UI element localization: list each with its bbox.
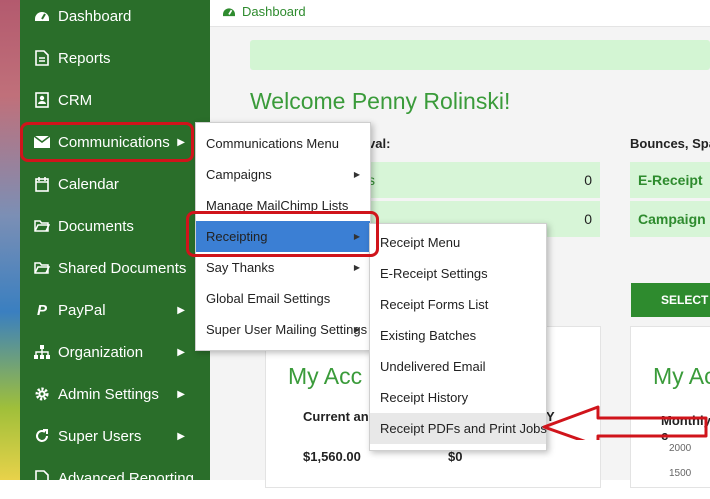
sidebar-item-paypal[interactable]: P PayPal ▶ [20,289,195,331]
sidebar-item-label: Admin Settings [58,385,159,403]
caret-right-icon: ▶ [177,430,185,442]
welcome-heading: Welcome Penny Rolinski! [250,88,511,114]
sidebar-item-label: Documents [58,217,134,235]
sidebar-item-label: CRM [58,91,93,109]
menu-item-communications-menu[interactable]: Communications Menu [196,128,370,159]
background-strip [0,0,20,480]
dashboard-icon [34,8,50,24]
highlight-communications [20,122,194,162]
axis-tick-label: 1500 [669,468,692,479]
file-icon [34,470,50,486]
sitemap-icon [34,344,50,360]
menu-item-undelivered-email[interactable]: Undelivered Email [370,351,546,382]
gear-icon [34,386,50,402]
menu-item-existing-batches[interactable]: Existing Batches [370,320,546,351]
sidebar-item-advanced-reporting[interactable]: Advanced Reporting [20,457,195,499]
file-icon [34,50,50,66]
summary-box-ereceipt[interactable]: E-Receipt [630,162,710,198]
sidebar-item-documents[interactable]: Documents [20,205,195,247]
contact-card-icon [34,92,50,108]
receipting-submenu: Receipt Menu E-Receipt Settings Receipt … [369,223,547,451]
caret-right-icon: ▶ [177,388,185,400]
menu-item-receipt-forms-list[interactable]: Receipt Forms List [370,289,546,320]
sidebar-item-shared-documents[interactable]: Shared Documents [20,247,195,289]
menu-item-ereceipt-settings[interactable]: E-Receipt Settings [370,258,546,289]
breadcrumb-link-dashboard[interactable]: Dashboard [242,4,306,19]
current-amount-label: Current an [303,409,369,424]
select-campaign-button[interactable]: SELECT C [631,283,710,317]
menu-item-campaigns[interactable]: Campaigns ▶ [196,159,370,190]
paypal-icon: P [36,301,47,319]
caret-right-icon: ▶ [353,170,360,179]
bounces-label: Bounces, Spa [630,136,710,151]
sidebar-item-label: Organization [58,343,144,361]
amount-value: $1,560.00 [303,449,361,464]
folder-open-icon [34,260,50,276]
calendar-icon [34,176,50,192]
card-title: My Ac [653,363,710,389]
caret-right-icon: ▶ [177,304,185,316]
dashboard-icon [222,5,236,20]
menu-item-receipt-history[interactable]: Receipt History [370,382,546,413]
sidebar-item-calendar[interactable]: Calendar [20,163,195,205]
sidebar-item-organization[interactable]: Organization ▶ [20,331,195,373]
amount-value: $0 [448,449,463,464]
caret-right-icon: ▶ [353,325,360,334]
breadcrumb: Dashboard [210,0,710,27]
sidebar-item-crm[interactable]: CRM [20,79,195,121]
highlight-receipting [186,211,379,257]
folder-open-icon [34,218,50,234]
sidebar: Dashboard Reports CRM Communications ▶ C… [20,0,195,487]
sidebar-item-label: Super Users [58,427,142,445]
sidebar-item-label: PayPal [58,301,106,319]
approval-label: val: [368,136,391,151]
caret-right-icon: ▶ [177,346,185,358]
menu-item-global-email-settings[interactable]: Global Email Settings [196,283,370,314]
sidebar-item-label: Advanced Reporting [58,469,194,487]
sidebar-item-super-users[interactable]: Super Users ▶ [20,415,195,457]
arrow-annotation-icon [542,405,708,440]
alert-banner [250,40,710,70]
summary-box-campaign[interactable]: Campaign a [630,201,710,237]
menu-item-receipt-menu[interactable]: Receipt Menu [370,227,546,258]
caret-right-icon: ▶ [353,263,360,272]
menu-item-super-user-mailing[interactable]: Super User Mailing Settings ▶ [196,314,370,345]
sidebar-item-label: Shared Documents [58,259,187,277]
refresh-icon [34,428,50,444]
axis-tick-label: 2000 [669,443,692,454]
sidebar-item-dashboard[interactable]: Dashboard [20,0,195,37]
summary-box[interactable]: s 0 [360,162,600,198]
sidebar-item-label: Dashboard [58,7,132,25]
sidebar-item-reports[interactable]: Reports [20,37,195,79]
card-title: My Acc [288,363,363,389]
sidebar-item-label: Calendar [58,175,119,193]
sidebar-item-admin-settings[interactable]: Admin Settings ▶ [20,373,195,415]
menu-item-receipt-pdfs-print-jobs[interactable]: Receipt PDFs and Print Jobs [370,413,547,444]
sidebar-item-label: Reports [58,49,111,67]
